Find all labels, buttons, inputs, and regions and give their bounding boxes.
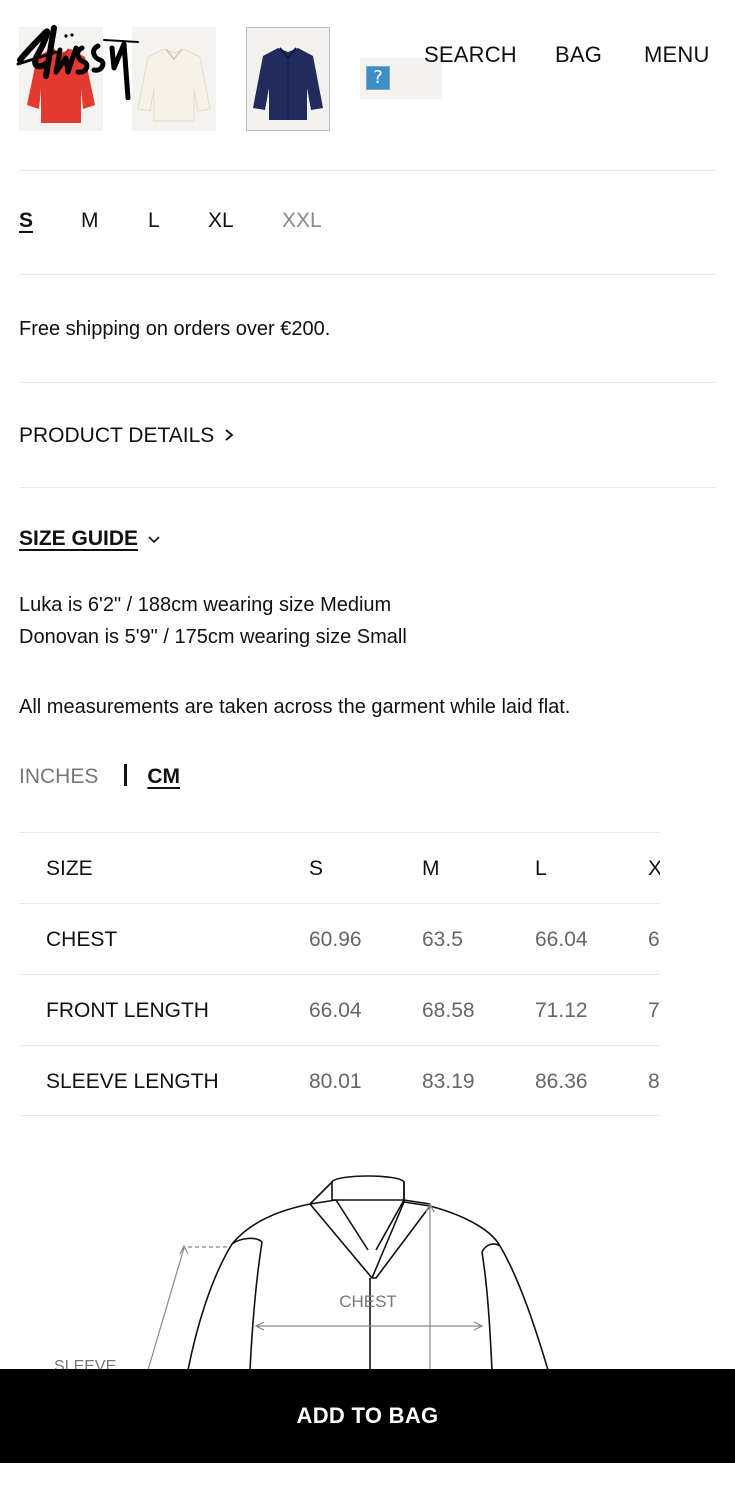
table-cell: 66.04 bbox=[535, 928, 588, 951]
size-guide-label: SIZE GUIDE bbox=[19, 527, 139, 550]
unit-toggle: INCHES CM bbox=[19, 764, 180, 789]
size-guide-toggle[interactable]: SIZE GUIDE bbox=[19, 527, 160, 551]
question-mark-icon: ? bbox=[366, 66, 390, 90]
menu-link[interactable]: MENU bbox=[644, 42, 710, 68]
table-header-cell: L bbox=[535, 857, 547, 880]
table-cell: 71.12 bbox=[535, 999, 588, 1022]
chevron-right-icon bbox=[224, 426, 234, 447]
size-option-l[interactable]: L bbox=[148, 209, 160, 233]
product-details-label: PRODUCT DETAILS bbox=[19, 424, 215, 447]
thumbnail-cream-jacket[interactable] bbox=[132, 27, 216, 131]
product-details-toggle[interactable]: PRODUCT DETAILS bbox=[19, 424, 234, 448]
jacket-image bbox=[253, 47, 323, 120]
table-cell: 6 bbox=[648, 928, 660, 951]
model-info-line: Donovan is 5'9" / 175cm wearing size Sma… bbox=[19, 626, 407, 648]
table-header-row: SIZE S M L X bbox=[19, 832, 660, 903]
search-link[interactable]: SEARCH bbox=[424, 42, 517, 68]
table-cell: 86.36 bbox=[535, 1070, 588, 1093]
thumbnail-navy-jacket[interactable] bbox=[246, 27, 330, 131]
divider bbox=[19, 274, 716, 275]
shipping-info: Free shipping on orders over €200. bbox=[19, 318, 331, 340]
unit-cm[interactable]: CM bbox=[147, 765, 180, 788]
table-cell: 7 bbox=[648, 999, 660, 1022]
table-cell: 60.96 bbox=[309, 928, 362, 951]
add-to-bag-button[interactable]: ADD TO BAG bbox=[0, 1369, 735, 1463]
table-cell: 80.01 bbox=[309, 1070, 362, 1093]
header: ? SEARCH BAG MENU bbox=[0, 0, 735, 170]
size-table: SIZE S M L X CHEST 60.96 63.5 66.04 6 FR… bbox=[19, 832, 660, 1118]
table-header-cell: X bbox=[648, 857, 660, 880]
model-info-line: Luka is 6'2" / 188cm wearing size Medium bbox=[19, 594, 392, 616]
unit-inches[interactable]: INCHES bbox=[19, 765, 98, 788]
bag-link[interactable]: BAG bbox=[555, 42, 602, 68]
table-row-label: SLEEVE LENGTH bbox=[46, 1070, 219, 1093]
divider bbox=[19, 170, 716, 171]
table-cell: 66.04 bbox=[309, 999, 362, 1022]
table-header-cell: SIZE bbox=[46, 857, 93, 880]
table-header-cell: M bbox=[422, 857, 440, 880]
table-row: FRONT LENGTH 66.04 68.58 71.12 7 bbox=[19, 974, 660, 1045]
chevron-down-icon bbox=[148, 529, 160, 550]
table-cell: 83.19 bbox=[422, 1070, 475, 1093]
table-row-label: CHEST bbox=[46, 928, 118, 951]
table-row: CHEST 60.96 63.5 66.04 6 bbox=[19, 903, 660, 974]
stussy-logo[interactable] bbox=[16, 14, 140, 100]
table-cell: 8 bbox=[648, 1070, 660, 1093]
table-row-label: FRONT LENGTH bbox=[46, 999, 209, 1022]
chest-label: CHEST bbox=[339, 1292, 397, 1311]
jacket-image bbox=[137, 48, 211, 122]
divider bbox=[19, 487, 716, 488]
size-option-m[interactable]: M bbox=[81, 209, 99, 233]
garment-diagram: CHEST SLEEVE bbox=[54, 1175, 549, 1370]
unit-separator bbox=[124, 764, 128, 786]
measurement-note: All measurements are taken across the ga… bbox=[19, 696, 571, 718]
size-option-s[interactable]: S bbox=[19, 209, 33, 233]
table-cell: 63.5 bbox=[422, 928, 463, 951]
size-option-xl[interactable]: XL bbox=[208, 209, 234, 233]
table-cell: 68.58 bbox=[422, 999, 475, 1022]
size-option-xxl[interactable]: XXL bbox=[282, 209, 322, 233]
table-row: SLEEVE LENGTH 80.01 83.19 86.36 8 bbox=[19, 1045, 660, 1116]
divider bbox=[19, 382, 716, 383]
table-header-cell: S bbox=[309, 857, 324, 880]
